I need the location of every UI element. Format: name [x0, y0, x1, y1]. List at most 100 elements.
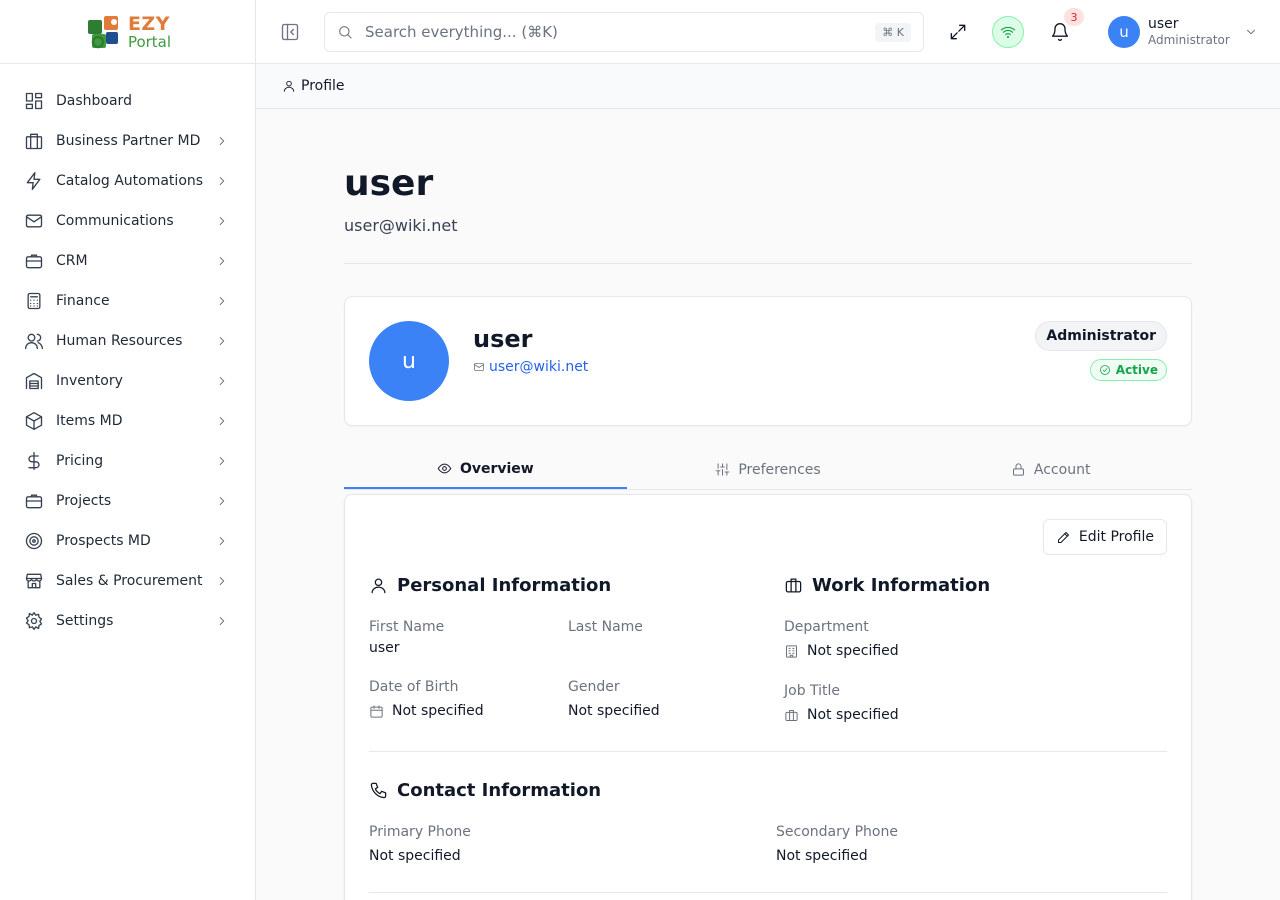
- first-name-label: First Name: [369, 619, 445, 635]
- chevron-right-icon: [219, 297, 225, 305]
- dashboard-icon: [25, 92, 43, 110]
- overview-panel: Edit Profile Personal Information First …: [344, 494, 1192, 900]
- gear-icon: [25, 612, 43, 630]
- main-content: user user@wiki.net u user user@wiki.net …: [256, 109, 1280, 900]
- section-divider: [369, 751, 1167, 752]
- tab-overview[interactable]: Overview: [344, 450, 627, 489]
- user-name: user: [1148, 16, 1179, 33]
- contact-info-heading: Contact Information: [369, 780, 601, 801]
- section-divider: [369, 892, 1167, 893]
- connection-status-button[interactable]: [992, 16, 1024, 48]
- dob-value: Not specified: [369, 703, 484, 719]
- chevron-right-icon: [219, 497, 225, 505]
- building-icon: [786, 644, 797, 658]
- job-title-label: Job Title: [784, 683, 841, 699]
- user-menu[interactable]: u user Administrator: [1108, 16, 1258, 48]
- chevron-right-icon: [219, 617, 225, 625]
- mail-icon: [474, 363, 484, 371]
- sidebar-collapse-icon[interactable]: [280, 22, 300, 42]
- section-title: Work Information: [812, 575, 991, 596]
- chevron-right-icon: [219, 257, 225, 265]
- sidebar-item-label: Business Partner MD: [56, 133, 201, 149]
- building-icon: [25, 133, 43, 150]
- gender-label: Gender: [568, 679, 620, 695]
- chevron-right-icon: [219, 217, 225, 225]
- chevron-right-icon: [219, 337, 225, 345]
- primary-phone-label: Primary Phone: [369, 824, 471, 840]
- sidebar-item-items-md[interactable]: Items MD: [0, 401, 255, 441]
- primary-phone-value: Not specified: [369, 848, 461, 864]
- chevron-right-icon: [219, 177, 225, 185]
- sidebar-item-label: Inventory: [56, 373, 123, 389]
- sliders-icon: [716, 463, 730, 476]
- brand-logo[interactable]: EZY Portal: [0, 0, 255, 64]
- sidebar-item-label: Human Resources: [56, 333, 183, 349]
- breadcrumb: Profile: [256, 64, 1280, 109]
- sidebar-item-label: Finance: [56, 293, 110, 309]
- eye-icon: [437, 463, 452, 474]
- logo-icon: [87, 15, 118, 48]
- sidebar-item-label: Sales & Procurement: [56, 573, 203, 589]
- calculator-icon: [27, 292, 41, 310]
- tab-preferences[interactable]: Preferences: [627, 450, 910, 489]
- sidebar-item-business-partner-md[interactable]: Business Partner MD: [0, 121, 255, 161]
- target-icon: [25, 532, 43, 550]
- profile-name: user: [473, 325, 533, 353]
- briefcase-icon: [25, 254, 43, 269]
- sidebar-item-sales-procurement[interactable]: Sales & Procurement: [0, 561, 255, 601]
- search-bar[interactable]: ⌘ K: [324, 12, 924, 52]
- warehouse-icon: [25, 372, 43, 390]
- sidebar-item-catalog-automations[interactable]: Catalog Automations: [0, 161, 255, 201]
- divider: [344, 263, 1192, 264]
- briefcase-icon: [25, 494, 43, 509]
- sidebar-item-label: Dashboard: [56, 93, 132, 109]
- profile-card: u user user@wiki.net Administrator Activ…: [344, 296, 1192, 426]
- chevron-right-icon: [219, 577, 225, 585]
- sidebar-item-pricing[interactable]: Pricing: [0, 441, 255, 481]
- sidebar-item-communications[interactable]: Communications: [0, 201, 255, 241]
- tab-label: Account: [1033, 461, 1091, 478]
- sidebar-item-prospects-md[interactable]: Prospects MD: [0, 521, 255, 561]
- tab-account[interactable]: Account: [909, 450, 1192, 489]
- dob-text: Not specified: [392, 703, 484, 719]
- check-circle-icon: [1099, 365, 1110, 375]
- profile-email-link[interactable]: user@wiki.net: [473, 359, 588, 375]
- bell-icon[interactable]: [1050, 22, 1070, 42]
- wifi-icon: [1000, 26, 1016, 39]
- sidebar-item-dashboard[interactable]: Dashboard: [0, 81, 255, 121]
- sidebar-item-inventory[interactable]: Inventory: [0, 361, 255, 401]
- dob-label: Date of Birth: [369, 679, 459, 695]
- fullscreen-icon[interactable]: [948, 22, 968, 42]
- secondary-phone-label: Secondary Phone: [776, 824, 898, 840]
- breadcrumb-item-profile[interactable]: Profile: [301, 78, 345, 94]
- brand-name-bottom: Portal: [127, 33, 172, 51]
- page-subtitle: user@wiki.net: [344, 216, 458, 235]
- sidebar-item-finance[interactable]: Finance: [0, 281, 255, 321]
- lock-icon: [1012, 463, 1024, 476]
- sidebar-item-label: Items MD: [56, 413, 123, 429]
- page-title: user: [344, 163, 434, 204]
- user-icon: [283, 80, 295, 92]
- sidebar-item-projects[interactable]: Projects: [0, 481, 255, 521]
- users-icon: [25, 333, 43, 350]
- edit-profile-button[interactable]: Edit Profile: [1042, 519, 1167, 555]
- sidebar-item-label: CRM: [56, 253, 88, 269]
- chevron-right-icon: [219, 537, 225, 545]
- sidebar-item-human-resources[interactable]: Human Resources: [0, 321, 255, 361]
- sidebar-item-settings[interactable]: Settings: [0, 601, 255, 641]
- last-name-label: Last Name: [568, 619, 643, 635]
- search-icon: [339, 26, 352, 39]
- sidebar-item-label: Catalog Automations: [56, 173, 204, 189]
- phone-icon: [370, 782, 387, 799]
- job-title-value: Not specified: [784, 707, 899, 723]
- personal-info-heading: Personal Information: [369, 575, 611, 596]
- sidebar-item-label: Pricing: [56, 453, 104, 469]
- status-label: Active: [1115, 363, 1158, 377]
- search-input[interactable]: [365, 23, 876, 41]
- store-icon: [25, 573, 43, 589]
- sidebar-item-label: Settings: [56, 613, 114, 629]
- department-text: Not specified: [807, 643, 899, 659]
- sidebar-item-label: Projects: [56, 493, 112, 509]
- edit-profile-label: Edit Profile: [1078, 529, 1154, 545]
- sidebar-item-crm[interactable]: CRM: [0, 241, 255, 281]
